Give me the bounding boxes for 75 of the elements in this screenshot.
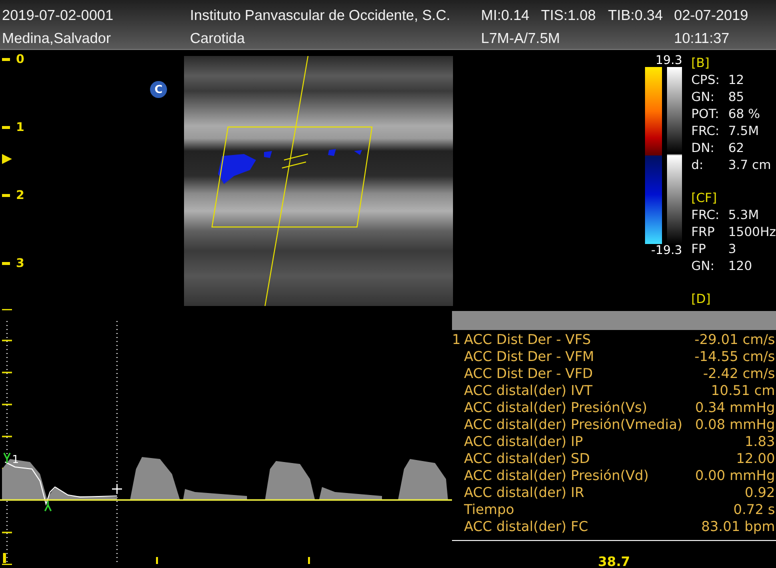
exam-type: Carotida [190,30,246,46]
probe-name: L7M-A/7.5M [481,30,561,46]
measurement-value: 12.00 [736,451,776,468]
parameter-value: 5.3M [728,206,759,223]
measurement-value: 10.51 cm [711,383,776,400]
depth-label: 1 [16,120,24,134]
parameter-value: 12 [728,71,744,88]
measurement-label: ACC Dist Der - VFS [464,332,592,349]
measurement-value: 0.92 [744,485,776,502]
parameter-section-title: [D] [691,290,712,307]
parameter-section-title: [B] [691,54,711,71]
parameter-value: 1500Hz [728,223,776,240]
depth-label: 0 [16,52,24,66]
parameter-label: FRC: [691,122,720,139]
parameter-value: 68 % [728,105,760,122]
trace-label: 1 [12,453,19,466]
depth-label: 3 [16,256,24,270]
measurement-label: ACC distal(der) Presión(Vs) [464,400,648,417]
measurement-label: ACC distal(der) SD [464,451,591,468]
parameter-label: CPS: [691,71,721,88]
caliper-icon [44,500,52,512]
exam-date: 02-07-2019 [674,8,750,24]
study-id: 2019-07-02-0001 [2,8,114,24]
depth-label: 2 [16,188,24,202]
parameter-value: 3 [728,240,736,257]
patient-name: Medina,Salvador [2,30,112,46]
parameter-value: 85 [728,88,744,105]
parameter-label: FP [691,240,707,257]
depth-tick [2,262,10,264]
measurement-value: 0.08 mmHg [695,417,776,434]
caliper-icon [3,452,11,464]
measurement-label: Tiempo [464,502,516,519]
parameter-label: d: [691,156,704,173]
cursor-readout: 38.7 [598,555,630,568]
measurement-value: 0.00 mmHg [695,468,776,485]
measurement-label: ACC distal(der) IVT [464,383,594,400]
focus-marker-icon [2,154,12,164]
depth-tick [2,126,10,128]
measurement-label: ACC distal(der) IP [464,434,584,451]
parameter-label: FRC: [691,206,720,223]
parameter-value: 3.7 cm [728,156,772,173]
measurement-value: -2.42 cm/s [703,366,776,383]
parameter-value: 120 [728,257,752,274]
exam-time: 10:11:37 [674,30,730,46]
parameter-value: 7.5M [728,122,759,139]
measurement-value: 1.83 [744,434,776,451]
parameter-label: FRP [691,223,716,240]
measurement-value: 83.01 bpm [701,519,776,536]
parameter-label: DN: [691,139,716,156]
measurement-value: -14.55 cm/s [694,349,776,366]
parameter-label: GN: [691,88,716,105]
parameter-label: POT: [691,105,720,122]
marker-badge: C [150,81,167,98]
scale-max: 19.3 [655,54,682,67]
measurement-label: ACC Dist Der - VFM [464,349,596,366]
depth-tick [2,194,10,196]
measurement-label: ACC distal(der) Presión(Vmedia) [464,417,684,434]
measurement-value: -29.01 cm/s [694,332,776,349]
parameter-value: 62 [728,139,744,156]
measurement-value: 0.72 s [733,502,776,519]
measurement-label: ACC distal(der) FC [464,519,590,536]
measurement-label: ACC distal(der) IR [464,485,586,502]
parameter-label: GN: [691,257,716,274]
depth-tick [2,58,10,60]
acoustic-index: MI:0.14 [481,8,530,24]
cursor-cross-icon [111,483,123,495]
institution-name: Instituto Panvascular de Occidente, S.C. [190,8,452,24]
parameter-section-title: [CF] [691,189,718,206]
measurement-index: 1 [452,332,461,348]
acoustic-index: TIS:1.08 [541,8,597,24]
measurement-label: ACC Dist Der - VFD [464,366,594,383]
measurement-value: 0.34 mmHg [695,400,776,417]
acoustic-index: TIB:0.34 [608,8,664,24]
measurement-label: ACC distal(der) Presión(Vd) [464,468,650,485]
scale-min: -19.3 [651,244,682,257]
